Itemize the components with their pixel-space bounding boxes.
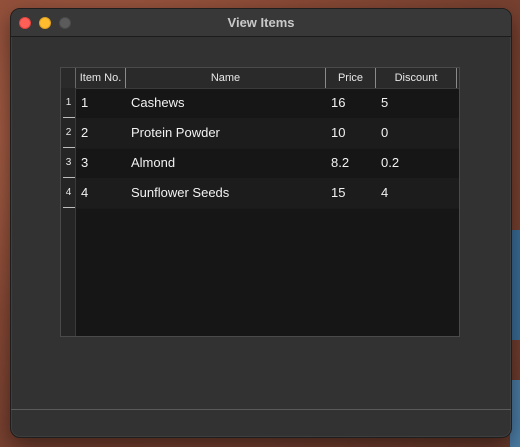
cell-item-no[interactable]: 3	[76, 148, 126, 178]
window-divider	[11, 409, 511, 410]
row-number[interactable]: 3	[61, 148, 76, 178]
row-number[interactable]: 4	[61, 178, 76, 208]
table-row[interactable]: 3 Almond 8.2 0.2	[76, 148, 459, 179]
cell-name[interactable]: Cashews	[126, 88, 326, 118]
cell-item-no[interactable]: 4	[76, 178, 126, 208]
cell-price[interactable]: 15	[326, 178, 376, 208]
window-title: View Items	[227, 15, 295, 30]
row-number-column: 1 2 3 4	[61, 88, 76, 336]
cell-discount[interactable]: 0.2	[376, 148, 461, 178]
cell-name[interactable]: Sunflower Seeds	[126, 178, 326, 208]
column-header-price[interactable]: Price	[326, 68, 376, 88]
title-bar[interactable]: View Items	[11, 9, 511, 37]
view-items-window: View Items Item No. Name Price Discount …	[10, 8, 512, 438]
row-number[interactable]: 1	[61, 88, 76, 118]
table-corner	[61, 68, 76, 88]
cell-discount[interactable]: 4	[376, 178, 461, 208]
table-row[interactable]: 1 Cashews 16 5	[76, 88, 459, 119]
cell-price[interactable]: 10	[326, 118, 376, 148]
table-row[interactable]: 4 Sunflower Seeds 15 4	[76, 178, 459, 209]
cell-price[interactable]: 16	[326, 88, 376, 118]
table-row[interactable]: 2 Protein Powder 10 0	[76, 118, 459, 149]
cell-item-no[interactable]: 1	[76, 88, 126, 118]
column-header-name[interactable]: Name	[126, 68, 326, 88]
cell-discount[interactable]: 5	[376, 88, 461, 118]
cell-price[interactable]: 8.2	[326, 148, 376, 178]
table-header: Item No. Name Price Discount	[61, 68, 459, 89]
row-number[interactable]: 2	[61, 118, 76, 148]
cell-name[interactable]: Protein Powder	[126, 118, 326, 148]
items-table: Item No. Name Price Discount 1 2 3 4 1 C…	[60, 67, 460, 337]
cell-discount[interactable]: 0	[376, 118, 461, 148]
column-header-item-no[interactable]: Item No.	[76, 68, 126, 88]
cell-name[interactable]: Almond	[126, 148, 326, 178]
cell-item-no[interactable]: 2	[76, 118, 126, 148]
column-header-discount[interactable]: Discount	[376, 68, 457, 88]
